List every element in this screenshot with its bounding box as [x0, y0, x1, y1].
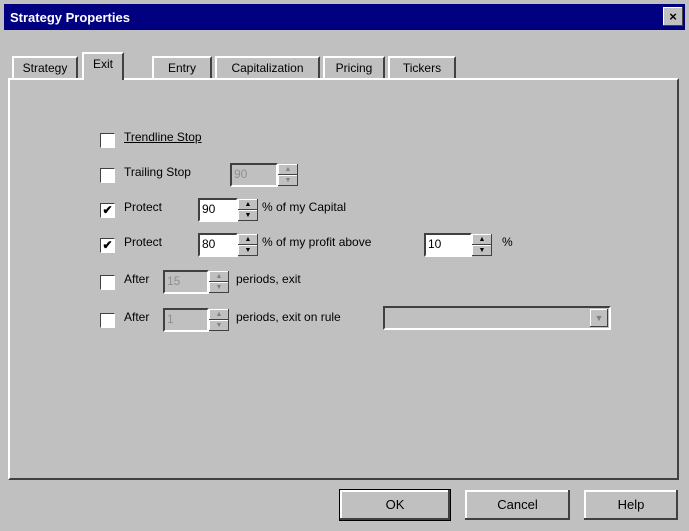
protect-profit-input[interactable]: 80	[198, 233, 238, 257]
after-rule-checkbox[interactable]	[100, 313, 115, 328]
trailing-stop-label: Trailing Stop	[124, 165, 191, 179]
spin-up-button[interactable]: ▲	[209, 271, 229, 282]
trendline-stop-checkbox[interactable]	[100, 133, 115, 148]
spin-down-button[interactable]: ▼	[238, 210, 258, 221]
tab-exit[interactable]: Exit	[82, 52, 124, 80]
after-rule-input[interactable]: 1	[163, 308, 209, 332]
spin-down-button[interactable]: ▼	[238, 245, 258, 256]
profit-threshold-input[interactable]: 10	[424, 233, 472, 257]
check-icon: ✔	[102, 238, 113, 252]
protect-profit-spinner[interactable]: 80 ▲ ▼	[198, 233, 258, 257]
spin-down-button[interactable]: ▼	[472, 245, 492, 256]
spin-down-button[interactable]: ▼	[278, 175, 298, 186]
protect-capital-spinner[interactable]: 90 ▲ ▼	[198, 198, 258, 222]
after-periods-suffix: periods, exit	[236, 272, 301, 286]
chevron-down-icon[interactable]: ▼	[590, 309, 608, 327]
spin-up-button[interactable]: ▲	[238, 234, 258, 245]
tab-entry[interactable]: Entry	[152, 56, 212, 78]
tab-strategy[interactable]: Strategy	[12, 56, 78, 78]
protect-profit-checkbox[interactable]: ✔	[100, 238, 115, 253]
after-periods-input[interactable]: 15	[163, 270, 209, 294]
spin-up-button[interactable]: ▲	[238, 199, 258, 210]
dialog-title: Strategy Properties	[10, 10, 130, 25]
after-periods-label: After	[124, 272, 150, 286]
cancel-button[interactable]: Cancel	[465, 490, 570, 520]
spin-down-button[interactable]: ▼	[209, 320, 229, 331]
title-bar: Strategy Properties ×	[4, 4, 685, 30]
rule-dropdown[interactable]: ▼	[383, 306, 611, 330]
profit-threshold-suffix: %	[502, 235, 513, 249]
protect-profit-label: Protect	[124, 235, 163, 249]
after-periods-spinner[interactable]: 15 ▲ ▼	[163, 270, 229, 294]
tab-pricing[interactable]: Pricing	[323, 56, 385, 78]
trailing-stop-input[interactable]: 90	[230, 163, 278, 187]
tab-capitalization[interactable]: Capitalization	[215, 56, 320, 78]
tab-tickers[interactable]: Tickers	[388, 56, 456, 78]
protect-capital-suffix: % of my Capital	[262, 200, 347, 214]
spin-down-button[interactable]: ▼	[209, 282, 229, 293]
strategy-properties-dialog: Strategy Properties × Strategy Exit Entr…	[0, 0, 689, 531]
protect-profit-middle: % of my profit above	[262, 235, 372, 249]
trendline-stop-label: Trendline Stop	[124, 130, 202, 144]
profit-threshold-spinner[interactable]: 10 ▲ ▼	[424, 233, 492, 257]
protect-capital-label: Protect	[124, 200, 163, 214]
ok-button[interactable]: OK	[339, 489, 451, 521]
protect-capital-checkbox[interactable]: ✔	[100, 203, 115, 218]
close-icon: ×	[669, 9, 677, 24]
check-icon: ✔	[102, 203, 113, 217]
spin-up-button[interactable]: ▲	[472, 234, 492, 245]
protect-capital-input[interactable]: 90	[198, 198, 238, 222]
after-rule-suffix: periods, exit on rule	[236, 310, 341, 324]
after-rule-label: After	[124, 310, 150, 324]
trailing-stop-spinner[interactable]: 90 ▲ ▼	[230, 163, 300, 187]
close-button[interactable]: ×	[663, 7, 683, 26]
trailing-stop-checkbox[interactable]	[100, 168, 115, 183]
spin-up-button[interactable]: ▲	[278, 164, 298, 175]
help-button[interactable]: Help	[584, 490, 678, 520]
after-periods-checkbox[interactable]	[100, 275, 115, 290]
after-rule-spinner[interactable]: 1 ▲ ▼	[163, 308, 229, 332]
spin-up-button[interactable]: ▲	[209, 309, 229, 320]
